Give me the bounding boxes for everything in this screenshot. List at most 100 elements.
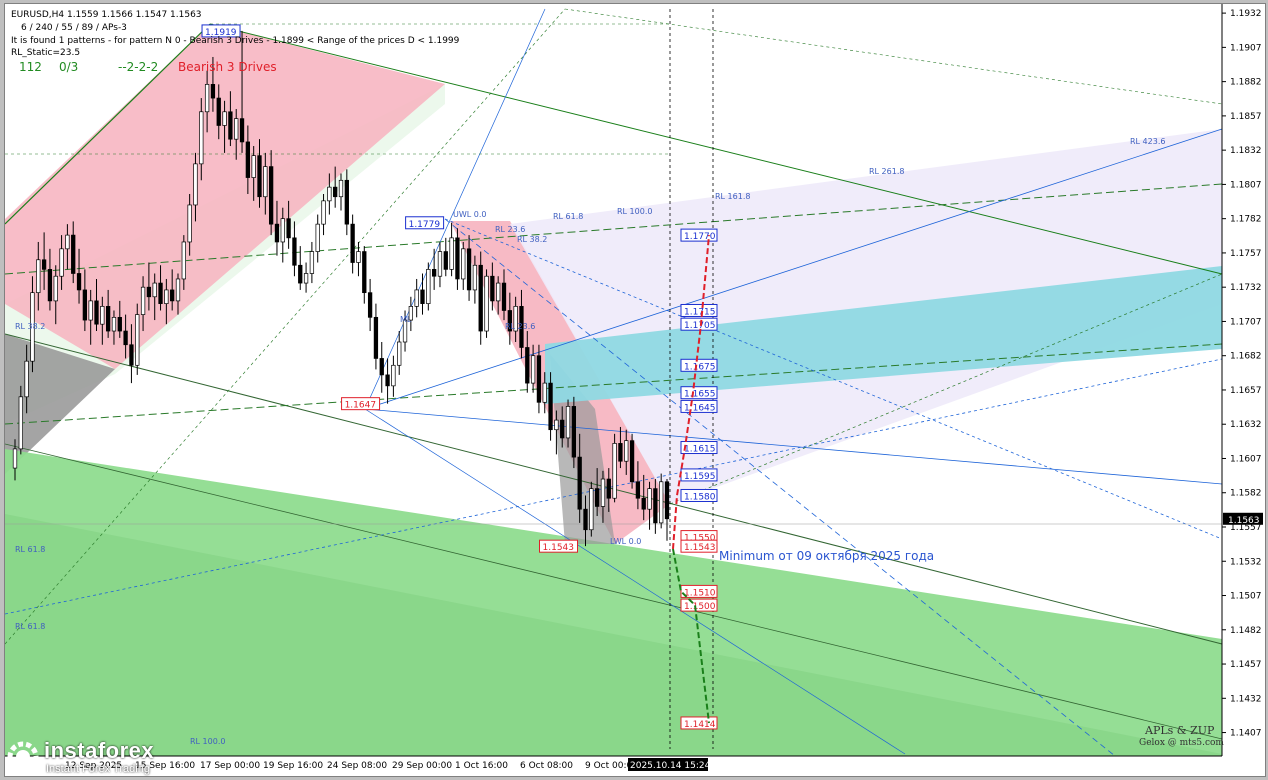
watermark-title: APLs & ZUP (1145, 724, 1215, 737)
price-tick-label: 1.1832 (1230, 146, 1262, 156)
candle-body (292, 237, 297, 266)
candle-body (140, 286, 146, 315)
candle-body (350, 223, 355, 263)
logo-name: instaforex (44, 738, 155, 763)
candle-body (653, 488, 658, 524)
candle-body (286, 218, 291, 239)
price-tick-label: 1.1707 (1230, 317, 1262, 327)
candle-body (565, 406, 571, 439)
candle-body (82, 289, 88, 321)
candle-body (12, 448, 18, 469)
pattern-point-label: 1.1647 (345, 401, 377, 411)
candle-body (571, 406, 577, 458)
candle-body (146, 286, 152, 298)
instaforex-logo: instaforex Instant Forex Trading (6, 738, 181, 776)
fib-level-label: RL 38.2 (15, 322, 45, 331)
minimum-annotation: Minimum от 09 октября 2025 года (719, 549, 935, 563)
candle-body (659, 481, 664, 524)
candle-body (536, 355, 542, 403)
target-level-label: 1.1655 (684, 390, 716, 400)
candle-body (251, 155, 256, 178)
pattern-name: Bearish 3 Drives (178, 60, 277, 74)
candle-body (530, 355, 536, 384)
candle-body (239, 118, 245, 143)
fib-level-label: RL 100.0 (617, 207, 652, 216)
price-tick-label: 1.1607 (1230, 454, 1262, 464)
time-tick-label: 19 Sep 16:00 (263, 761, 323, 771)
candle-body (606, 478, 611, 499)
fib-level-label: UWL 0.0 (453, 210, 487, 219)
candle-body (641, 497, 646, 510)
target-level-label: 1.1595 (684, 472, 716, 482)
header-static-line: RL_Static=23.5 (11, 48, 81, 58)
price-tick-label: 1.1907 (1230, 43, 1262, 53)
candle-body (158, 282, 163, 304)
candle-body (187, 204, 192, 243)
candle-body (100, 306, 105, 325)
candle-body (583, 508, 588, 531)
candle-body (59, 248, 64, 277)
candle-body (47, 269, 53, 302)
fib-level-label: RL 23.6 (495, 225, 525, 234)
candle-body (105, 306, 111, 332)
price-tick-label: 1.1532 (1230, 557, 1262, 567)
fib-level-label: LWL 0.0 (610, 537, 641, 546)
candle-body (577, 456, 582, 510)
candle-body (496, 282, 501, 302)
candle-body (426, 269, 431, 304)
fib-level-label: RL 100.0 (190, 737, 225, 746)
candle-body (298, 264, 303, 284)
candle-body (344, 179, 349, 225)
candle-body (362, 251, 367, 294)
candle-body (525, 347, 530, 384)
candle-body (327, 186, 332, 202)
candle-body (437, 251, 443, 277)
candle-body (414, 289, 419, 307)
pattern-count: 112 (19, 60, 42, 74)
chart-canvas[interactable]: 1.19191.17791.16471.15431.17701.17151.17… (5, 4, 1265, 776)
chart-frame[interactable]: 1.1919 1.1779 1.1647 1.1543 1.1770 1.1715 1.17… (4, 3, 1266, 777)
watermark-sub: Gelox @ mts5.com (1139, 738, 1224, 748)
price-tick-label: 1.1807 (1230, 180, 1262, 190)
fib-level-label: RL 61.8 (553, 212, 583, 221)
price-tick-label: 1.1632 (1230, 420, 1262, 430)
candle-body (280, 218, 285, 243)
candle-body (612, 443, 617, 499)
candle-body (204, 84, 210, 113)
time-axis: 12 Sep 2025 15 Sep 16:00 17 Sep 00:00 19 Se… (5, 755, 1265, 776)
candle-body (484, 275, 489, 332)
candle-body (589, 488, 594, 531)
price-tick-label: 1.1407 (1230, 729, 1262, 739)
candle-body (65, 234, 70, 250)
candle-body (164, 289, 169, 304)
header-symbol-line: EURUSD,H4 1.1559 1.1566 1.1547 1.1563 (11, 10, 202, 20)
current-price-label: 1.1563 (1228, 516, 1260, 526)
fib-level-label: RL 423.6 (1130, 137, 1165, 146)
candle-body (635, 481, 641, 499)
candle-body (629, 440, 635, 483)
price-tick-label: 1.1682 (1230, 352, 1262, 362)
target-level-label: 1.1770 (684, 232, 716, 242)
candle-body (367, 292, 373, 318)
time-tick-label: 2025.10.14 15:24 (630, 761, 711, 771)
candle-body (94, 300, 99, 325)
candle-body (443, 251, 448, 270)
candle-body (391, 364, 396, 387)
candle-body (216, 97, 221, 126)
pattern-code: --2-2-2 (118, 60, 159, 74)
price-tick-label: 1.1782 (1230, 215, 1262, 225)
time-tick-label: 1 Oct 16:00 (455, 761, 508, 771)
candle-body (193, 163, 198, 206)
pink-channel-zone (5, 24, 445, 369)
price-tick-label: 1.1657 (1230, 386, 1262, 396)
candle-body (36, 259, 41, 294)
candle-body (152, 282, 157, 298)
target-level-label: 1.1645 (684, 403, 716, 413)
candle-body (274, 223, 280, 243)
candle-body (309, 251, 315, 274)
target-level-label: 1.1615 (684, 445, 716, 455)
candle-body (303, 273, 309, 284)
target-level-label: 1.1500 (684, 602, 716, 612)
candle-body (170, 289, 175, 302)
header-pattern-line: It is found 1 patterns - for pattern N 0… (11, 36, 460, 46)
